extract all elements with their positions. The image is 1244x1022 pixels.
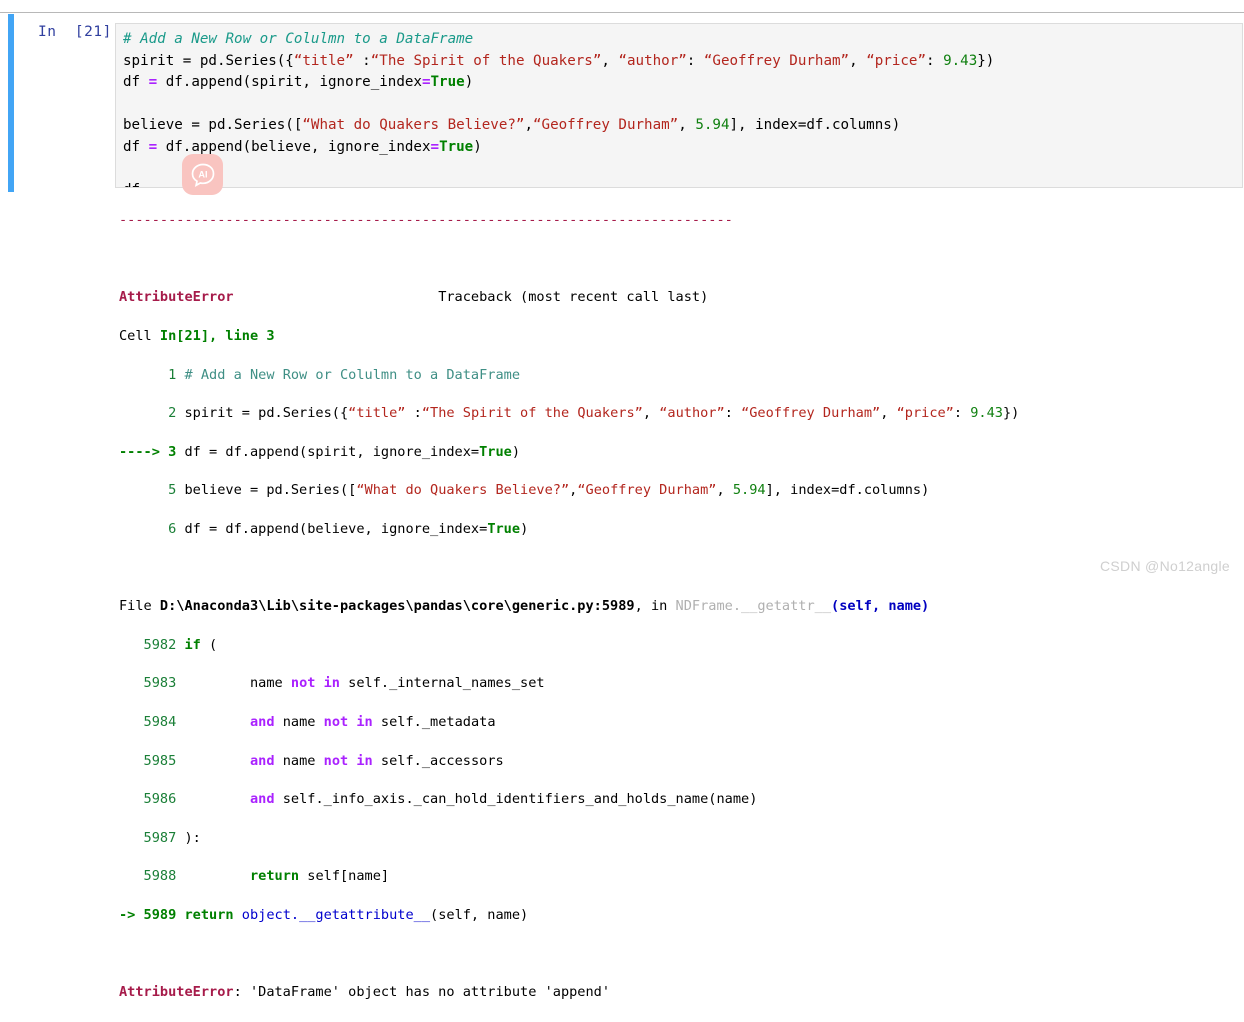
code-line-6: df = df.append(believe, ignore_index=Tru… (123, 138, 482, 155)
code-cell-source[interactable]: # Add a New Row or Colulmn to a DataFram… (116, 24, 1242, 188)
tb-line-6: 6 df = df.append(believe, ignore_index=T… (119, 521, 529, 538)
src-line-5985: 5985 and name not in self._accessors (119, 752, 504, 769)
src-line-5989-highlighted: -> 5989 return object.__getattribute__(s… (119, 906, 529, 923)
cell-selection-bar[interactable] (8, 14, 14, 192)
tb-line-5: 5 believe = pd.Series([“What do Quakers … (119, 482, 930, 499)
src-line-5988: 5988 return self[name] (119, 868, 390, 885)
error-header-line: AttributeError Traceback (most recent ca… (119, 288, 1229, 307)
code-line-2: spirit = pd.Series({“title” :“The Spirit… (123, 52, 995, 69)
code-comment: # Add a New Row or Colulmn to a DataFram… (123, 31, 474, 47)
traceback-header-pad (234, 289, 439, 305)
src-line-5984: 5984 and name not in self._metadata (119, 714, 496, 731)
final-error-message: : 'DataFrame' object has no attribute 'a… (233, 984, 611, 1001)
tb-line-3-highlighted: ----> 3 df = df.append(spirit, ignore_in… (119, 443, 521, 460)
traceback-rule: ----------------------------------------… (119, 212, 733, 229)
src-line-5987: 5987 ): (119, 829, 201, 846)
src-line-5983: 5983 name not in self._internal_names_se… (119, 675, 545, 692)
input-prompt-label: In [21]: (38, 24, 122, 40)
traceback-spacer-2 (119, 559, 1229, 578)
frame-function: NDFrame.__getattr__ (675, 598, 832, 615)
cell-ref: In[21], line 3 (159, 328, 275, 345)
src-line-5982: 5982 if ( (119, 636, 218, 653)
error-output: ----------------------------------------… (119, 192, 1229, 1022)
cell-reference-line: Cell In[21], line 3 (119, 328, 275, 345)
traceback-header-text: Traceback (most recent call last) (438, 289, 709, 306)
code-line-5: believe = pd.Series([“What do Quakers Be… (123, 117, 901, 133)
svg-text:AI: AI (198, 169, 207, 179)
frame-file-path: D:\Anaconda3\Lib\site-packages\pandas\co… (159, 598, 635, 615)
traceback-spacer-3 (119, 945, 1229, 964)
top-divider (0, 12, 1244, 13)
watermark: CSDN @No12angle (1100, 558, 1230, 574)
ai-assistant-badge[interactable]: AI (182, 154, 223, 195)
final-error-type: AttributeError (119, 984, 234, 1001)
final-error-line: AttributeError: 'DataFrame' object has n… (119, 983, 1229, 1002)
error-type: AttributeError (119, 289, 234, 306)
code-line-8: df (123, 182, 140, 188)
tb-line-2: 2 spirit = pd.Series({“title” :“The Spir… (119, 405, 1020, 422)
frame-file-line: File D:\Anaconda3\Lib\site-packages\pand… (119, 598, 930, 615)
traceback-spacer-1 (119, 250, 1229, 269)
tb-line-1: 1 # Add a New Row or Colulmn to a DataFr… (119, 366, 521, 383)
ai-chat-bubble-icon: AI (188, 160, 218, 190)
code-cell-editor[interactable]: # Add a New Row or Colulmn to a DataFram… (115, 23, 1243, 188)
code-line-3: df = df.append(spirit, ignore_index=True… (123, 74, 474, 90)
src-line-5986: 5986 and self._info_axis._can_hold_ident… (119, 791, 758, 808)
